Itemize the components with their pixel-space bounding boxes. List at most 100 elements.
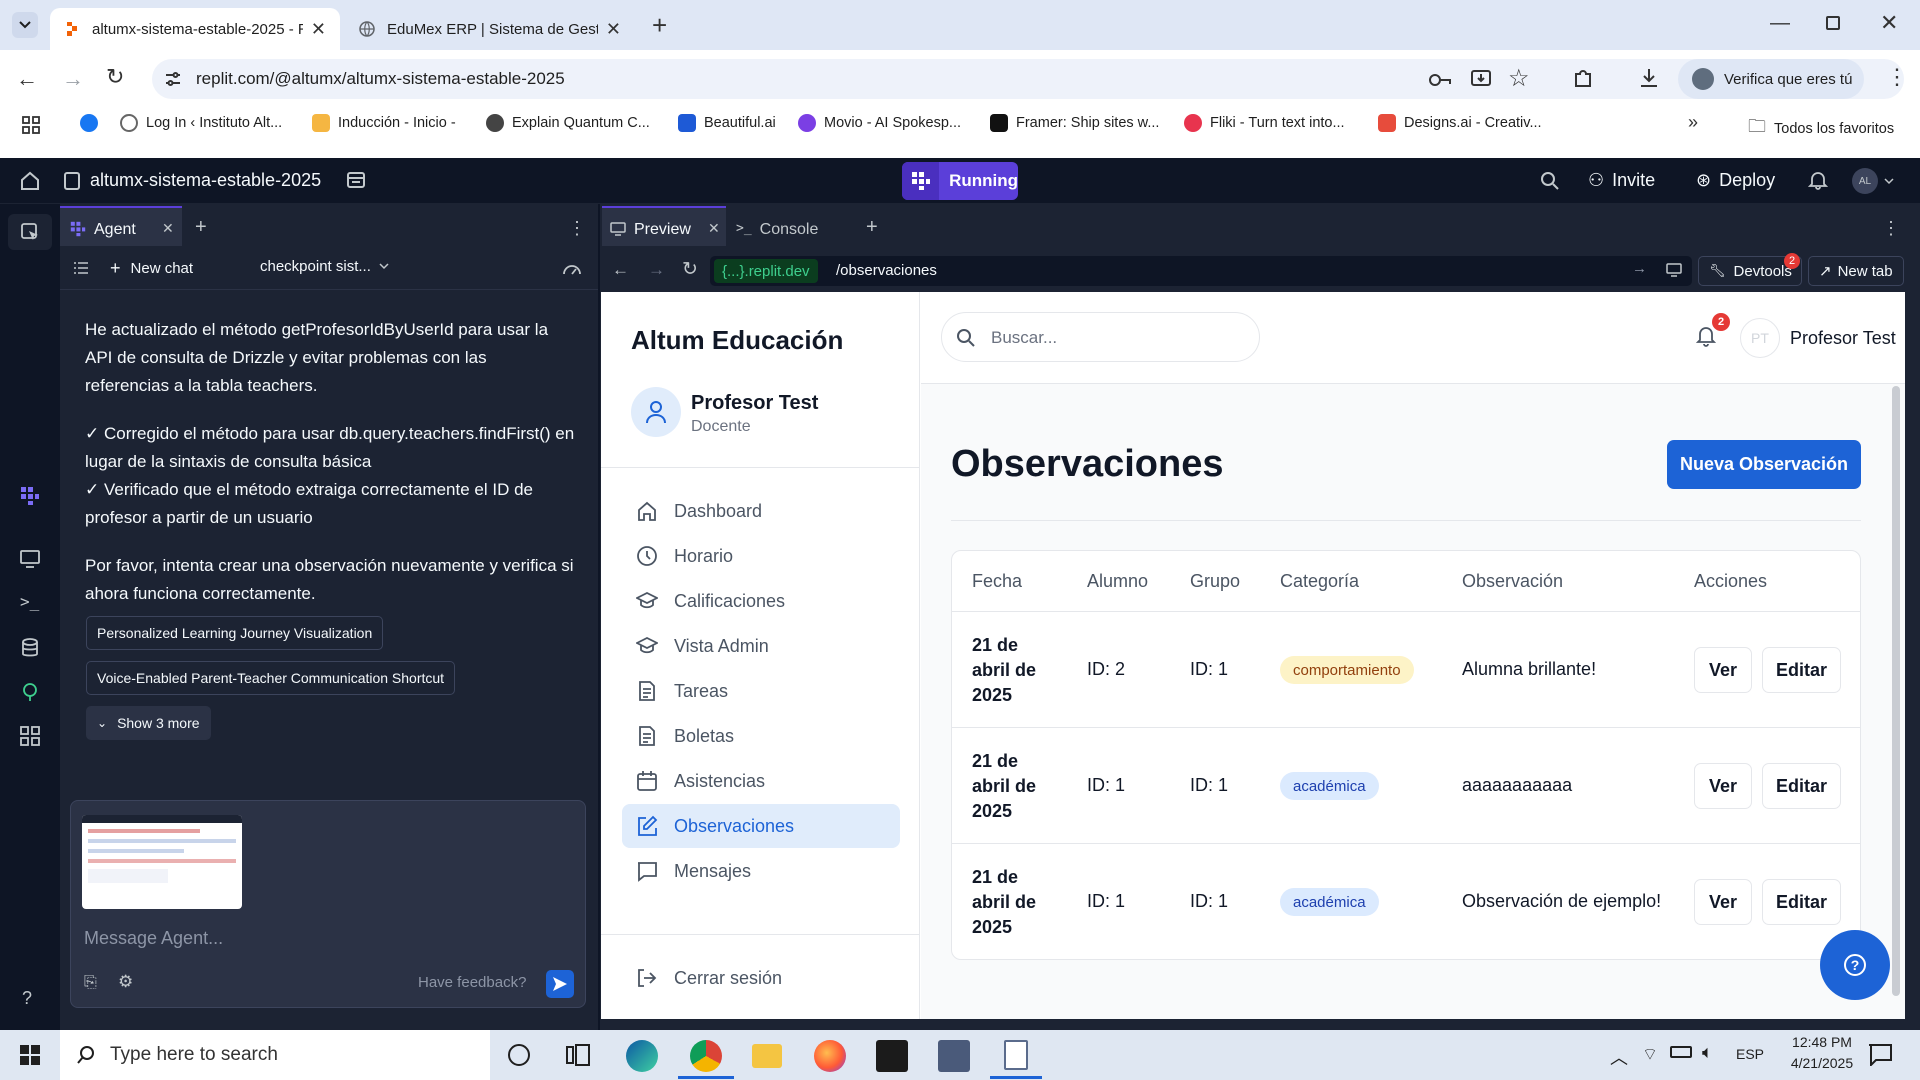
chrome-taskbar-icon[interactable] xyxy=(690,1040,722,1072)
bookmark-5[interactable]: Movio - AI Spokesp... xyxy=(798,114,961,132)
input-language[interactable]: ESP xyxy=(1736,1046,1764,1062)
close-icon[interactable]: ✕ xyxy=(162,220,174,237)
view-button[interactable]: Ver xyxy=(1694,647,1752,693)
gauge-icon[interactable] xyxy=(562,260,582,276)
feedback-link[interactable]: Have feedback? xyxy=(418,974,526,991)
project-name[interactable]: altumx-sistema-estable-2025 xyxy=(90,170,321,191)
new-tab-plus-icon[interactable]: + xyxy=(652,10,667,41)
bookmark-facebook[interactable] xyxy=(80,114,106,132)
device-icon[interactable] xyxy=(1666,263,1682,277)
bookmark-3[interactable]: Explain Quantum C... xyxy=(486,114,650,132)
window-close-icon[interactable]: ✕ xyxy=(1880,10,1898,36)
profile-verify-button[interactable]: Verifica que eres tú xyxy=(1678,59,1864,99)
firefox-taskbar-icon[interactable] xyxy=(814,1040,846,1072)
help-button[interactable]: ? xyxy=(1820,930,1890,1000)
sidebar-item-observaciones[interactable]: Observaciones xyxy=(622,804,900,848)
all-favorites-folder[interactable]: 🗀 Todos los favoritos xyxy=(1748,114,1894,144)
attach-paperclip-icon[interactable]: ⎘ xyxy=(84,974,97,992)
sidebar-item-asistencias[interactable]: Asistencias xyxy=(622,759,900,803)
user-avatar[interactable]: AL xyxy=(1852,168,1878,194)
close-icon[interactable]: ✕ xyxy=(708,220,720,237)
suggestion-chip[interactable]: Personalized Learning Journey Visualizat… xyxy=(86,616,384,650)
edit-button[interactable]: Editar xyxy=(1762,763,1841,809)
help-icon[interactable]: ? xyxy=(22,988,32,1009)
site-settings-icon[interactable] xyxy=(164,70,182,88)
sidebar-item-mensajes[interactable]: Mensajes xyxy=(622,849,900,893)
extensions-puzzle-icon[interactable] xyxy=(1572,68,1594,90)
send-button[interactable] xyxy=(546,970,574,998)
notepad-taskbar-icon[interactable] xyxy=(1004,1040,1028,1070)
scrollbar[interactable] xyxy=(1892,386,1900,996)
domain-pill[interactable]: {...}.replit.dev xyxy=(714,259,818,283)
bookmark-6[interactable]: Framer: Ship sites w... xyxy=(990,114,1159,132)
back-arrow-icon[interactable]: ← xyxy=(16,66,38,92)
file-explorer-taskbar-icon[interactable] xyxy=(752,1044,782,1068)
tray-overflow-chevron-icon[interactable]: ︿ xyxy=(1610,1044,1628,1070)
bookmark-4[interactable]: Beautiful.ai xyxy=(678,114,776,132)
new-chat-button[interactable]: + New chat xyxy=(110,258,193,279)
view-button[interactable]: Ver xyxy=(1694,879,1752,925)
search-icon[interactable] xyxy=(1540,171,1560,191)
project-info-icon[interactable] xyxy=(346,170,366,190)
home-icon[interactable] xyxy=(20,171,40,191)
browser-tab-edumex[interactable]: EduMex ERP | Sistema de Gestió ✕ xyxy=(345,8,635,50)
task-view-icon[interactable] xyxy=(566,1044,590,1066)
sidebar-item-boletas[interactable]: Boletas xyxy=(622,714,900,758)
predator-taskbar-icon[interactable] xyxy=(876,1040,908,1072)
view-button[interactable]: Ver xyxy=(1694,763,1752,809)
sidebar-item-dashboard[interactable]: Dashboard xyxy=(622,489,900,533)
add-tab-plus-icon[interactable]: + xyxy=(195,216,207,239)
back-arrow-icon[interactable]: ← xyxy=(612,260,629,280)
edge-taskbar-icon[interactable] xyxy=(626,1040,658,1072)
battery-icon[interactable] xyxy=(1670,1046,1692,1058)
add-tab-plus-icon[interactable]: + xyxy=(866,216,878,239)
new-observation-button[interactable]: Nueva Observación xyxy=(1667,440,1861,489)
settings-gear-icon[interactable]: ⚙ xyxy=(118,972,133,992)
checkpoint-dropdown[interactable]: checkpoint sist... xyxy=(260,258,389,275)
more-bookmarks-icon[interactable]: » xyxy=(1688,112,1698,133)
running-button[interactable]: Running xyxy=(902,162,1018,200)
terminal-icon[interactable]: >_ xyxy=(20,592,39,611)
app-taskbar-icon[interactable] xyxy=(938,1040,970,1072)
notification-center-icon[interactable] xyxy=(1868,1044,1892,1066)
sidebar-item-vista-admin[interactable]: Vista Admin xyxy=(622,624,900,668)
deploy-button[interactable]: ⊛ Deploy xyxy=(1696,170,1775,191)
bookmark-star-icon[interactable]: ☆ xyxy=(1508,64,1530,93)
database-icon[interactable] xyxy=(21,638,39,658)
apps-grid-icon[interactable] xyxy=(22,116,40,134)
bookmark-7[interactable]: Fliki - Turn text into... xyxy=(1184,114,1345,132)
go-arrow-icon[interactable]: → xyxy=(1632,260,1647,277)
topbar-user-name[interactable]: Profesor Test xyxy=(1790,328,1896,349)
sidebar-item-calificaciones[interactable]: Calificaciones xyxy=(622,579,900,623)
chevron-down-icon[interactable] xyxy=(1884,178,1894,185)
agent-menu-icon[interactable]: ⋮ xyxy=(568,218,586,239)
attached-screenshot-thumbnail[interactable] xyxy=(82,815,242,909)
clock-date[interactable]: 4/21/2025 xyxy=(1782,1055,1862,1071)
edit-button[interactable]: Editar xyxy=(1762,879,1841,925)
bell-icon[interactable] xyxy=(1808,170,1828,190)
windows-start-icon[interactable] xyxy=(20,1045,40,1065)
forward-arrow-icon[interactable]: → xyxy=(62,66,84,92)
agent-icon[interactable] xyxy=(20,486,40,506)
maximize-icon[interactable] xyxy=(1826,16,1840,30)
edit-button[interactable]: Editar xyxy=(1762,647,1841,693)
close-icon[interactable]: ✕ xyxy=(606,19,621,40)
cortana-icon[interactable] xyxy=(508,1044,530,1066)
forward-arrow-icon[interactable]: → xyxy=(648,260,665,280)
bookmark-1[interactable]: Log In ‹ Instituto Alt... xyxy=(120,114,282,132)
reload-icon[interactable]: ↻ xyxy=(682,258,698,281)
taskbar-search-input[interactable]: Type here to search xyxy=(60,1030,490,1080)
list-icon[interactable] xyxy=(74,261,88,275)
browser-menu-icon[interactable]: ⋮ xyxy=(1886,64,1908,90)
tab-console[interactable]: >_ Console xyxy=(736,221,818,239)
suggestion-chip[interactable]: Voice-Enabled Parent-Teacher Communicati… xyxy=(86,661,456,695)
download-icon[interactable] xyxy=(1638,67,1660,89)
install-app-icon[interactable] xyxy=(1470,68,1492,90)
tab-search-button[interactable] xyxy=(12,12,38,38)
clock-time[interactable]: 12:48 PM xyxy=(1782,1034,1862,1050)
sidebar-item-tareas[interactable]: Tareas xyxy=(622,669,900,713)
avatar[interactable]: PT xyxy=(1740,318,1780,358)
bookmark-2[interactable]: Inducción - Inicio - xyxy=(312,114,456,132)
browser-tab-replit[interactable]: altumx-sistema-estable-2025 - R ✕ xyxy=(50,8,340,50)
volume-icon[interactable]: 🔈︎ xyxy=(1702,1042,1713,1063)
